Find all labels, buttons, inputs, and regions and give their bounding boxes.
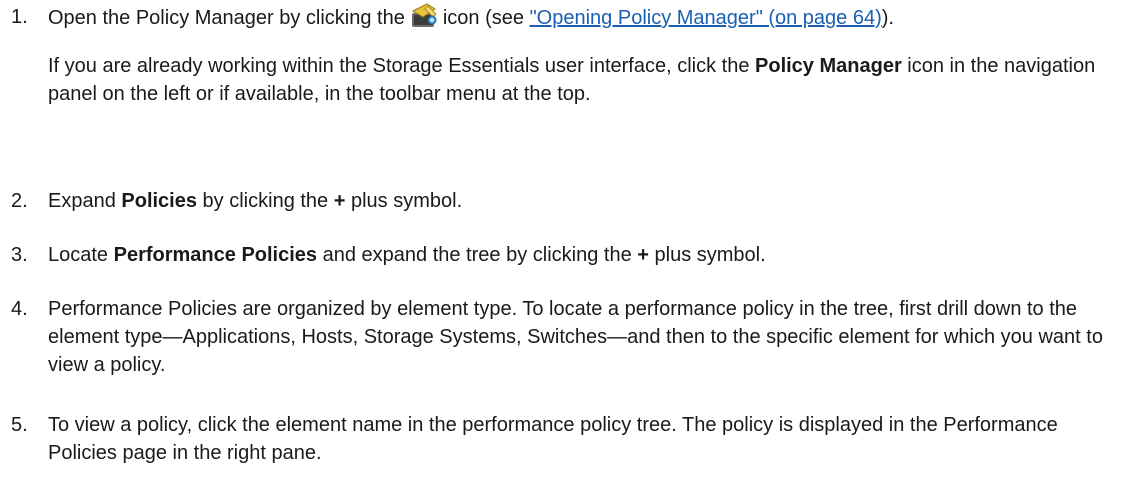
step-note: If you are already working within the St… [48, 55, 1096, 105]
policy-manager-icon[interactable] [409, 3, 439, 29]
step-number: 2. [11, 190, 28, 212]
step-text: To view a policy, click the element name… [48, 414, 1058, 464]
step-number: 3. [11, 244, 28, 266]
step-number: 1. [11, 6, 28, 28]
opening-policy-manager-link[interactable]: "Opening Policy Manager" (on page 64) [530, 7, 882, 29]
step-body: Open the Policy Manager by clicking the … [48, 3, 1108, 108]
step-text: Locate Performance Policies and expand t… [48, 244, 766, 266]
step-number: 5. [11, 414, 28, 436]
step-text: Open the Policy Manager by clicking the … [48, 3, 1108, 32]
step-number: 4. [11, 298, 28, 320]
step-text: Expand Policies by clicking the + plus s… [48, 190, 463, 212]
step-text: Performance Policies are organized by el… [48, 298, 1103, 376]
